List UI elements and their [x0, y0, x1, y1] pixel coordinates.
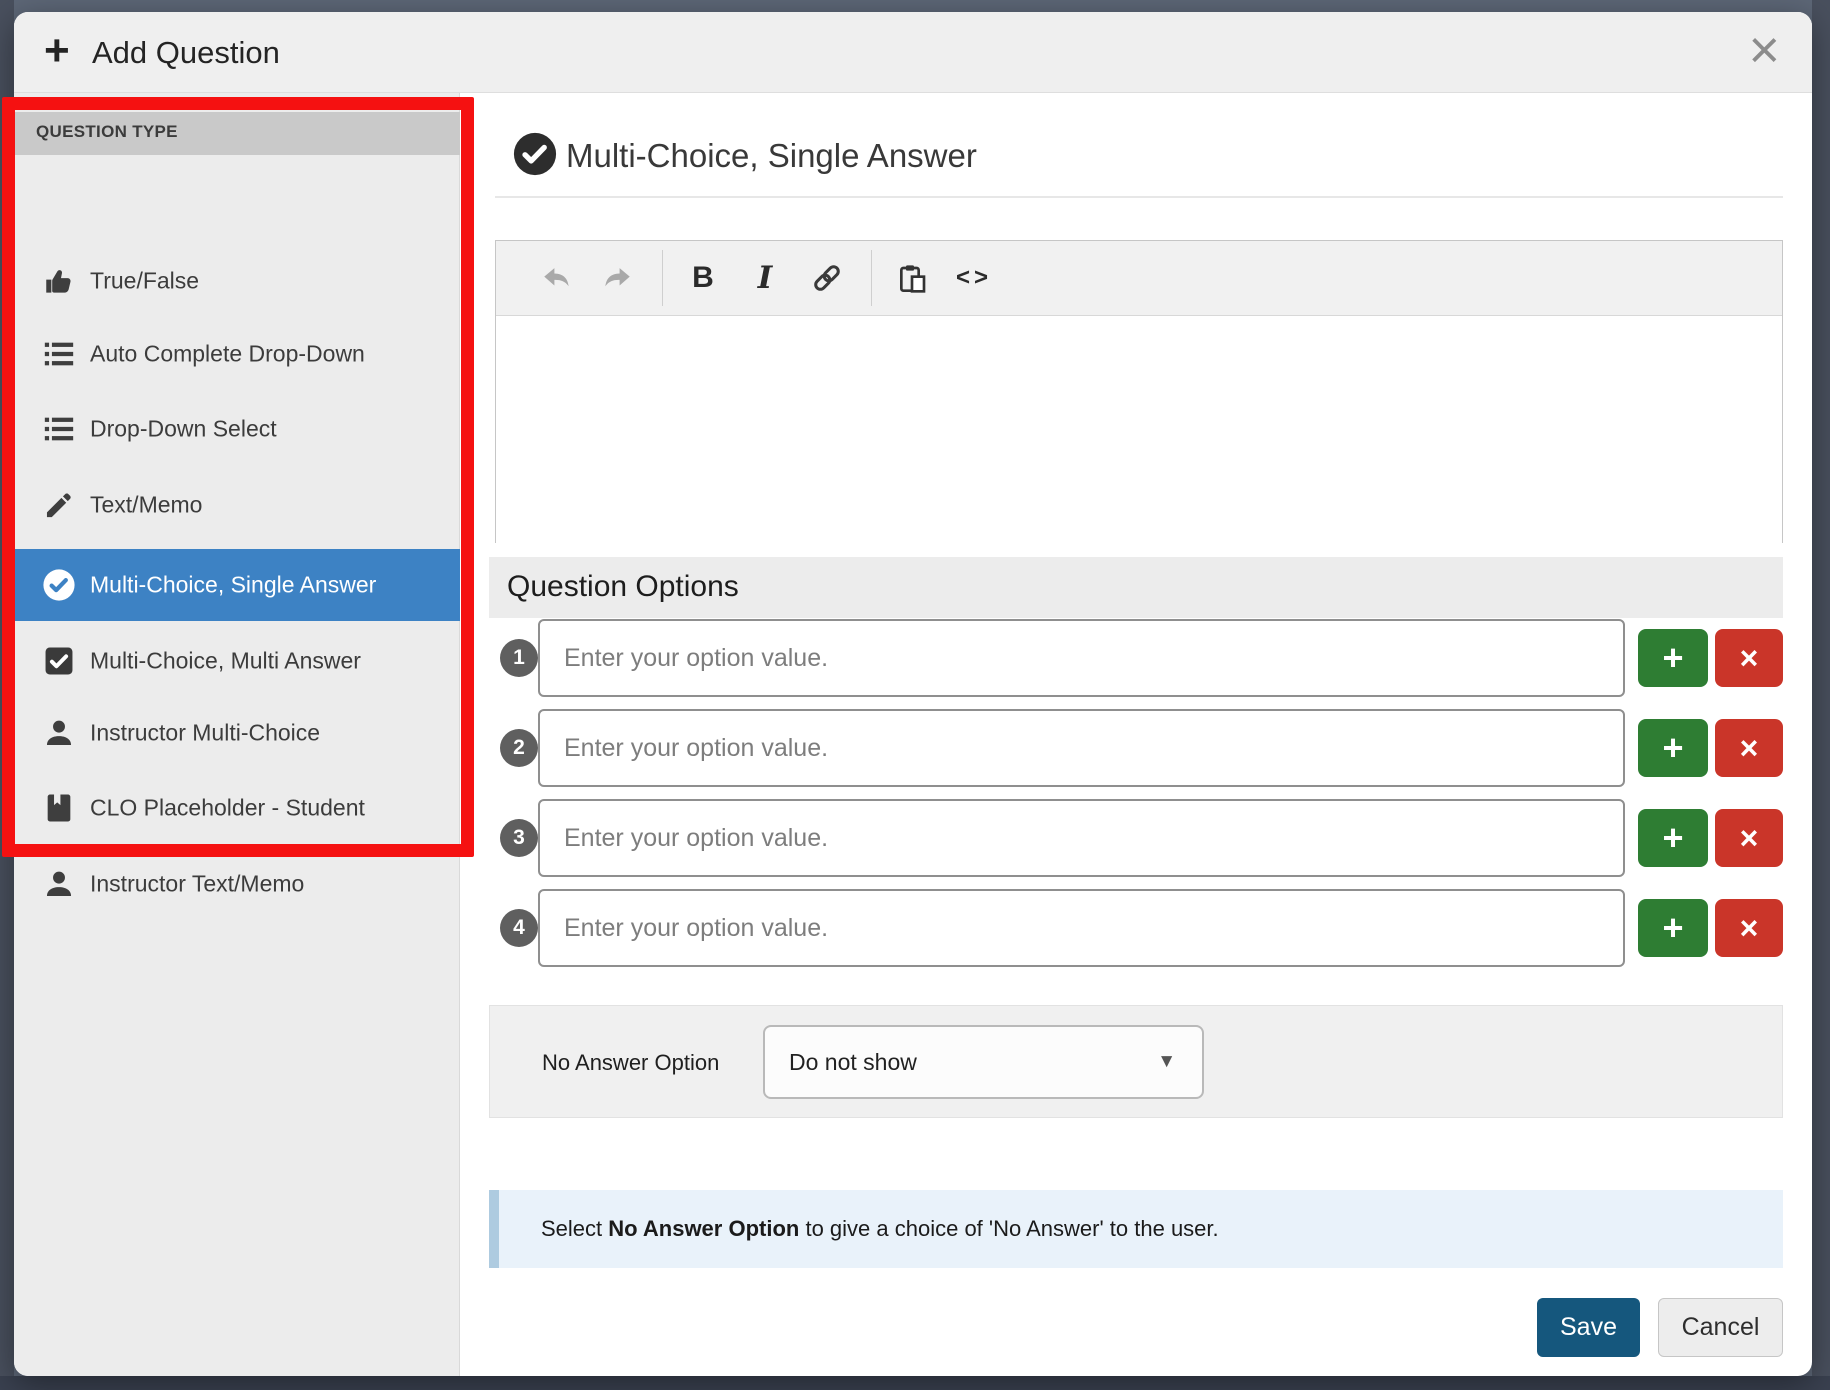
modal-header: + Add Question × — [14, 12, 1812, 93]
person-icon — [40, 714, 78, 752]
no-answer-select[interactable]: Do not show ▼ — [763, 1025, 1204, 1099]
caret-down-icon: ▼ — [1157, 1051, 1176, 1073]
undo-icon[interactable] — [534, 250, 578, 306]
question-options-header: Question Options — [489, 557, 1783, 618]
plus-icon: + — [44, 26, 70, 76]
pencil-icon — [40, 486, 78, 524]
no-answer-panel: No Answer Option Do not show ▼ — [489, 1005, 1783, 1118]
sidebar-item-true-false[interactable]: True/False — [14, 245, 460, 317]
add-option-button[interactable]: + — [1638, 719, 1708, 777]
bold-button[interactable]: B — [681, 250, 725, 306]
sidebar-item-multi-choice-single-answer[interactable]: Multi-Choice, Single Answer — [14, 549, 460, 621]
sidebar-header: QUESTION TYPE — [14, 112, 460, 155]
info-bold: No Answer Option — [608, 1216, 799, 1241]
remove-option-button[interactable]: × — [1715, 629, 1783, 687]
sidebar-item-instructor-multi-choice[interactable]: Instructor Multi-Choice — [14, 697, 460, 769]
option-input-2[interactable] — [538, 709, 1625, 787]
thumbs-up-icon — [40, 262, 78, 300]
sidebar-item-clo-placeholder-student[interactable]: CLO Placeholder - Student — [14, 772, 460, 844]
option-row-4: 4 + × — [489, 888, 1783, 968]
info-prefix: Select — [541, 1216, 608, 1241]
close-icon[interactable]: × — [1748, 20, 1780, 80]
link-icon[interactable] — [805, 250, 849, 306]
remove-option-button[interactable]: × — [1715, 719, 1783, 777]
info-message: Select No Answer Option to give a choice… — [489, 1190, 1783, 1268]
list-icon — [40, 335, 78, 373]
remove-option-button[interactable]: × — [1715, 899, 1783, 957]
sidebar-item-text-memo[interactable]: Text/Memo — [14, 469, 460, 541]
toolbar-separator — [662, 250, 663, 306]
option-number-badge: 3 — [500, 819, 538, 857]
option-input-3[interactable] — [538, 799, 1625, 877]
circle-check-icon — [40, 566, 78, 604]
remove-option-button[interactable]: × — [1715, 809, 1783, 867]
option-number-badge: 4 — [500, 909, 538, 947]
option-row-2: 2 + × — [489, 708, 1783, 788]
code-view-button[interactable]: <> — [952, 250, 996, 306]
book-bookmark-icon — [40, 789, 78, 827]
option-row-1: 1 + × — [489, 618, 1783, 698]
editor-text-area[interactable] — [496, 316, 1782, 543]
circle-check-icon — [512, 131, 558, 177]
option-row-3: 3 + × — [489, 798, 1783, 878]
backdrop — [0, 0, 14, 1390]
italic-button[interactable]: I — [743, 250, 787, 306]
add-option-button[interactable]: + — [1638, 629, 1708, 687]
backdrop — [1812, 0, 1830, 1390]
add-option-button[interactable]: + — [1638, 809, 1708, 867]
info-suffix: to give a choice of 'No Answer' to the u… — [799, 1216, 1218, 1241]
add-question-modal: + Add Question × QUESTION TYPE True/Fals… — [14, 12, 1812, 1376]
add-option-button[interactable]: + — [1638, 899, 1708, 957]
paste-icon[interactable] — [890, 250, 934, 306]
sidebar-item-multi-choice-multi-answer[interactable]: Multi-Choice, Multi Answer — [14, 625, 460, 697]
save-button[interactable]: Save — [1537, 1298, 1640, 1357]
backdrop — [0, 1376, 1830, 1390]
redo-icon[interactable] — [596, 250, 640, 306]
list-icon — [40, 410, 78, 448]
no-answer-label: No Answer Option — [542, 1050, 719, 1076]
question-type-sidebar: QUESTION TYPE True/False Auto Complete D… — [14, 93, 460, 1376]
sidebar-item-instructor-text-memo[interactable]: Instructor Text/Memo — [14, 848, 460, 920]
option-input-4[interactable] — [538, 889, 1625, 967]
option-number-badge: 1 — [500, 639, 538, 677]
option-number-badge: 2 — [500, 729, 538, 767]
screen: + Add Question × QUESTION TYPE True/Fals… — [0, 0, 1830, 1390]
toolbar-separator — [871, 250, 872, 306]
divider — [495, 196, 1783, 198]
option-input-1[interactable] — [538, 619, 1625, 697]
modal-title: Add Question — [92, 35, 280, 71]
checkbox-icon — [40, 642, 78, 680]
no-answer-selected-value: Do not show — [789, 1049, 917, 1076]
page-title: Multi-Choice, Single Answer — [566, 137, 977, 175]
person-icon — [40, 865, 78, 903]
question-text-editor: B I <> — [495, 240, 1783, 543]
sidebar-item-auto-complete-drop-down[interactable]: Auto Complete Drop-Down — [14, 318, 460, 390]
cancel-button[interactable]: Cancel — [1658, 1298, 1783, 1357]
sidebar-item-drop-down-select[interactable]: Drop-Down Select — [14, 393, 460, 465]
editor-toolbar: B I <> — [496, 241, 1782, 316]
